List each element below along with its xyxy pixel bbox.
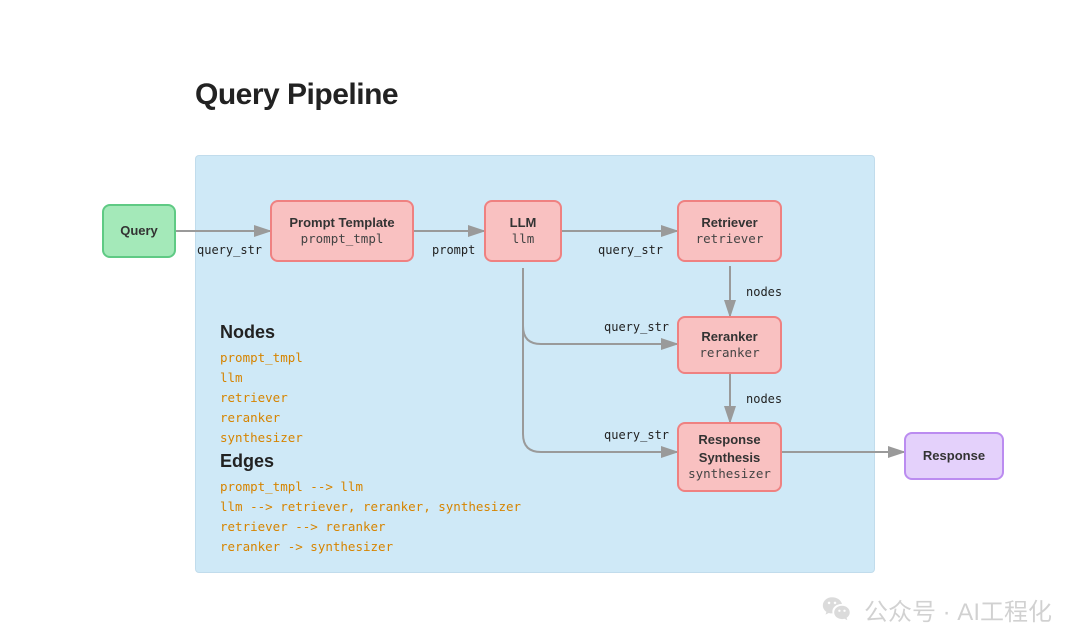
node-llm-sub: llm <box>512 231 535 248</box>
node-prompt-template-sub: prompt_tmpl <box>301 231 384 248</box>
edge-label-llm-to-reranker: query_str <box>604 320 669 334</box>
node-synthesizer: Response Synthesis synthesizer <box>677 422 782 492</box>
edge-label-query-to-prompt: query_str <box>197 243 262 257</box>
edges-list: prompt_tmpl --> llm llm --> retriever, r… <box>220 477 521 557</box>
node-synthesizer-title: Response Synthesis <box>679 431 780 466</box>
node-response-title: Response <box>923 447 985 465</box>
edge-label-llm-to-retriever: query_str <box>598 243 663 257</box>
edge-label-retriever-to-reranker: nodes <box>746 285 782 299</box>
edges-heading: Edges <box>220 451 274 472</box>
node-prompt-template-title: Prompt Template <box>289 214 394 232</box>
node-query-title: Query <box>120 222 158 240</box>
edge-label-prompt-to-llm: prompt <box>432 243 475 257</box>
edge-label-reranker-to-synth: nodes <box>746 392 782 406</box>
wechat-icon <box>820 593 854 627</box>
edge-label-llm-to-synth: query_str <box>604 428 669 442</box>
node-synthesizer-sub: synthesizer <box>688 466 771 483</box>
watermark-text: 公众号 · AI工程化 <box>864 592 1052 627</box>
node-retriever-sub: retriever <box>696 231 764 248</box>
nodes-heading: Nodes <box>220 322 275 343</box>
node-query: Query <box>102 204 176 258</box>
node-response: Response <box>904 432 1004 480</box>
node-prompt-template: Prompt Template prompt_tmpl <box>270 200 414 262</box>
node-reranker-title: Reranker <box>701 328 757 346</box>
node-reranker-sub: reranker <box>699 345 759 362</box>
nodes-list: prompt_tmpl llm retriever reranker synth… <box>220 348 303 448</box>
node-retriever: Retriever retriever <box>677 200 782 262</box>
diagram-title: Query Pipeline <box>195 78 398 112</box>
node-llm: LLM llm <box>484 200 562 262</box>
node-reranker: Reranker reranker <box>677 316 782 374</box>
node-llm-title: LLM <box>510 214 537 232</box>
node-retriever-title: Retriever <box>701 214 757 232</box>
watermark: 公众号 · AI工程化 <box>820 592 1052 627</box>
